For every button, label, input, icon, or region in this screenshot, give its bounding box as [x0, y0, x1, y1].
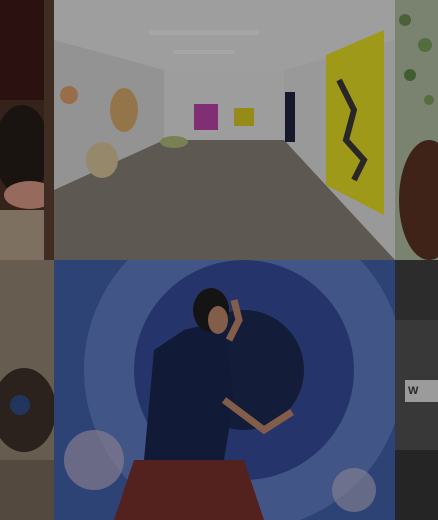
- dancer-art: [54, 260, 395, 520]
- gallery-room-art: [54, 0, 395, 260]
- right-top-art: [395, 0, 438, 260]
- right-bottom-image[interactable]: W: [395, 260, 438, 520]
- dancer-image[interactable]: [54, 260, 395, 520]
- left-top-image[interactable]: [0, 0, 54, 260]
- right-top-image[interactable]: [395, 0, 438, 260]
- gallery-room-image[interactable]: [54, 0, 395, 260]
- left-bottom-image[interactable]: [0, 260, 54, 520]
- image-grid: W: [0, 0, 438, 520]
- wall-sign: W: [405, 380, 438, 402]
- left-bottom-art: [0, 260, 54, 520]
- left-top-art: [0, 0, 54, 260]
